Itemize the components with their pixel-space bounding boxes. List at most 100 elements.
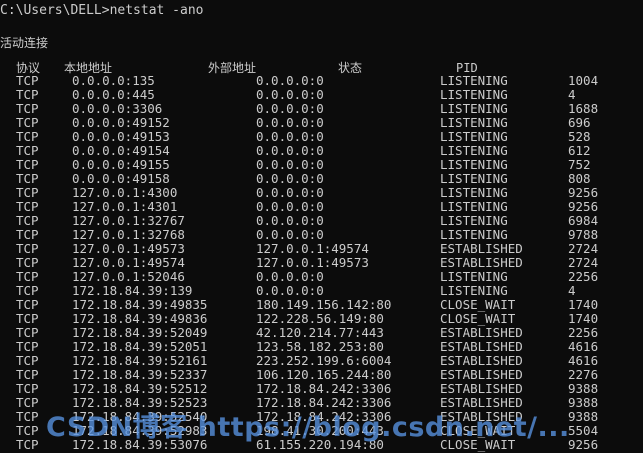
foreign-address-cell: 42.120.214.77:443: [256, 325, 384, 340]
pid-cell: 9256: [568, 437, 599, 452]
local-address-cell: 0.0.0.0:3306: [72, 101, 163, 116]
state-cell: ESTABLISHED: [440, 353, 523, 368]
state-cell: LISTENING: [440, 213, 508, 228]
local-address-cell: 172.18.84.39:52049: [72, 325, 208, 340]
state-cell: CLOSE_WAIT: [440, 423, 516, 438]
local-address-cell: 0.0.0.0:49158: [72, 171, 170, 186]
local-address-cell: 172.18.84.39:52161: [72, 353, 208, 368]
foreign-address-cell: 127.0.0.1:49574: [256, 241, 369, 256]
pid-cell: 9256: [568, 199, 599, 214]
pid-cell: 4: [568, 87, 576, 102]
pid-cell: 612: [568, 143, 591, 158]
pid-cell: 1004: [568, 73, 599, 88]
foreign-address-cell: 198.41.30.200:443: [256, 423, 384, 438]
table-row: TCP 0.0.0.0:3306 0.0.0.0:0 LISTENING 1688: [0, 102, 643, 116]
pid-cell: 1740: [568, 311, 599, 326]
pid-cell: 9388: [568, 409, 599, 424]
foreign-address-cell: 172.18.84.242:3306: [256, 409, 392, 424]
foreign-address-cell: 122.228.56.149:80: [256, 311, 384, 326]
pid-cell: 808: [568, 171, 591, 186]
state-cell: CLOSE_WAIT: [440, 437, 516, 452]
pid-cell: 1688: [568, 101, 599, 116]
protocol-cell: TCP: [16, 409, 39, 424]
local-address-cell: 172.18.84.39:52983: [72, 423, 208, 438]
state-cell: LISTENING: [440, 199, 508, 214]
protocol-cell: TCP: [16, 353, 39, 368]
protocol-cell: TCP: [16, 381, 39, 396]
column-header-state: 状态: [338, 61, 363, 75]
foreign-address-cell: 0.0.0.0:0: [256, 157, 324, 172]
foreign-address-cell: 0.0.0.0:0: [256, 269, 324, 284]
table-row: TCP 127.0.0.1:32768 0.0.0.0:0 LISTENING 9788: [0, 228, 643, 242]
table-row: TCP 172.18.84.39:52983 198.41.30.200:443 CL…: [0, 424, 643, 438]
foreign-address-cell: 0.0.0.0:0: [256, 227, 324, 242]
pid-cell: 2256: [568, 269, 599, 284]
table-row: TCP 0.0.0.0:49158 0.0.0.0:0 LISTENING 808: [0, 172, 643, 186]
table-row: TCP 127.0.0.1:52046 0.0.0.0:0 LISTENING 2256: [0, 270, 643, 284]
foreign-address-cell: 172.18.84.242:3306: [256, 381, 392, 396]
table-row: TCP 127.0.0.1:4301 0.0.0.0:0 LISTENING 9256: [0, 200, 643, 214]
protocol-cell: TCP: [16, 143, 39, 158]
table-row: TCP 0.0.0.0:135 0.0.0.0:0 LISTENING 1004: [0, 74, 643, 88]
foreign-address-cell: 0.0.0.0:0: [256, 213, 324, 228]
state-cell: LISTENING: [440, 87, 508, 102]
protocol-cell: TCP: [16, 213, 39, 228]
table-row: TCP 127.0.0.1:49574 127.0.0.1:49573 ESTABLI…: [0, 256, 643, 270]
foreign-address-cell: 0.0.0.0:0: [256, 73, 324, 88]
foreign-address-cell: 223.252.199.6:6004: [256, 353, 392, 368]
local-address-cell: 127.0.0.1:49573: [72, 241, 185, 256]
state-cell: ESTABLISHED: [440, 325, 523, 340]
pid-cell: 696: [568, 115, 591, 130]
local-address-cell: 172.18.84.39:139: [72, 283, 193, 298]
state-cell: ESTABLISHED: [440, 255, 523, 270]
pid-cell: 528: [568, 129, 591, 144]
protocol-cell: TCP: [16, 227, 39, 242]
pid-cell: 4616: [568, 353, 599, 368]
local-address-cell: 172.18.84.39:52337: [72, 367, 208, 382]
local-address-cell: 172.18.84.39:52523: [72, 395, 208, 410]
protocol-cell: TCP: [16, 199, 39, 214]
table-row: TCP 172.18.84.39:52512 172.18.84.242:3306 E…: [0, 382, 643, 396]
protocol-cell: TCP: [16, 101, 39, 116]
local-address-cell: 0.0.0.0:49152: [72, 115, 170, 130]
local-address-cell: 172.18.84.39:52512: [72, 381, 208, 396]
foreign-address-cell: 106.120.165.244:80: [256, 367, 392, 382]
table-row: TCP 0.0.0.0:445 0.0.0.0:0 LISTENING 4: [0, 88, 643, 102]
table-row: TCP 172.18.84.39:139 0.0.0.0:0 LISTENING 4: [0, 284, 643, 298]
state-cell: ESTABLISHED: [440, 241, 523, 256]
protocol-cell: TCP: [16, 395, 39, 410]
foreign-address-cell: 127.0.0.1:49573: [256, 255, 369, 270]
local-address-cell: 0.0.0.0:49155: [72, 157, 170, 172]
foreign-address-cell: 123.58.182.253:80: [256, 339, 384, 354]
table-row: TCP 172.18.84.39:52337 106.120.165.244:80 E…: [0, 368, 643, 382]
pid-cell: 9788: [568, 227, 599, 242]
protocol-cell: TCP: [16, 171, 39, 186]
state-cell: LISTENING: [440, 115, 508, 130]
table-row: TCP 172.18.84.39:52049 42.120.214.77:443 ES…: [0, 326, 643, 340]
foreign-address-cell: 61.155.220.194:80: [256, 437, 384, 452]
local-address-cell: 127.0.0.1:4301: [72, 199, 178, 214]
state-cell: LISTENING: [440, 143, 508, 158]
table-row: TCP 0.0.0.0:49155 0.0.0.0:0 LISTENING 752: [0, 158, 643, 172]
pid-cell: 9256: [568, 185, 599, 200]
table-row: TCP 172.18.84.39:52523 172.18.84.242:3306 E…: [0, 396, 643, 410]
protocol-cell: TCP: [16, 437, 39, 452]
protocol-cell: TCP: [16, 73, 39, 88]
protocol-cell: TCP: [16, 185, 39, 200]
local-address-cell: 127.0.0.1:52046: [72, 269, 185, 284]
pid-cell: 2724: [568, 241, 599, 256]
pid-cell: 5504: [568, 423, 599, 438]
state-cell: LISTENING: [440, 129, 508, 144]
protocol-cell: TCP: [16, 367, 39, 382]
table-row: TCP 172.18.84.39:49836 122.228.56.149:80 CL…: [0, 312, 643, 326]
table-row: TCP 127.0.0.1:49573 127.0.0.1:49574 ESTABLI…: [0, 242, 643, 256]
protocol-cell: TCP: [16, 311, 39, 326]
protocol-cell: TCP: [16, 157, 39, 172]
protocol-cell: TCP: [16, 283, 39, 298]
console-window[interactable]: C:\Users\DELL>netstat -ano 活动连接 协议 本地地址 …: [0, 0, 643, 453]
foreign-address-cell: 0.0.0.0:0: [256, 101, 324, 116]
protocol-cell: TCP: [16, 241, 39, 256]
state-cell: ESTABLISHED: [440, 381, 523, 396]
state-cell: LISTENING: [440, 269, 508, 284]
pid-cell: 9388: [568, 395, 599, 410]
